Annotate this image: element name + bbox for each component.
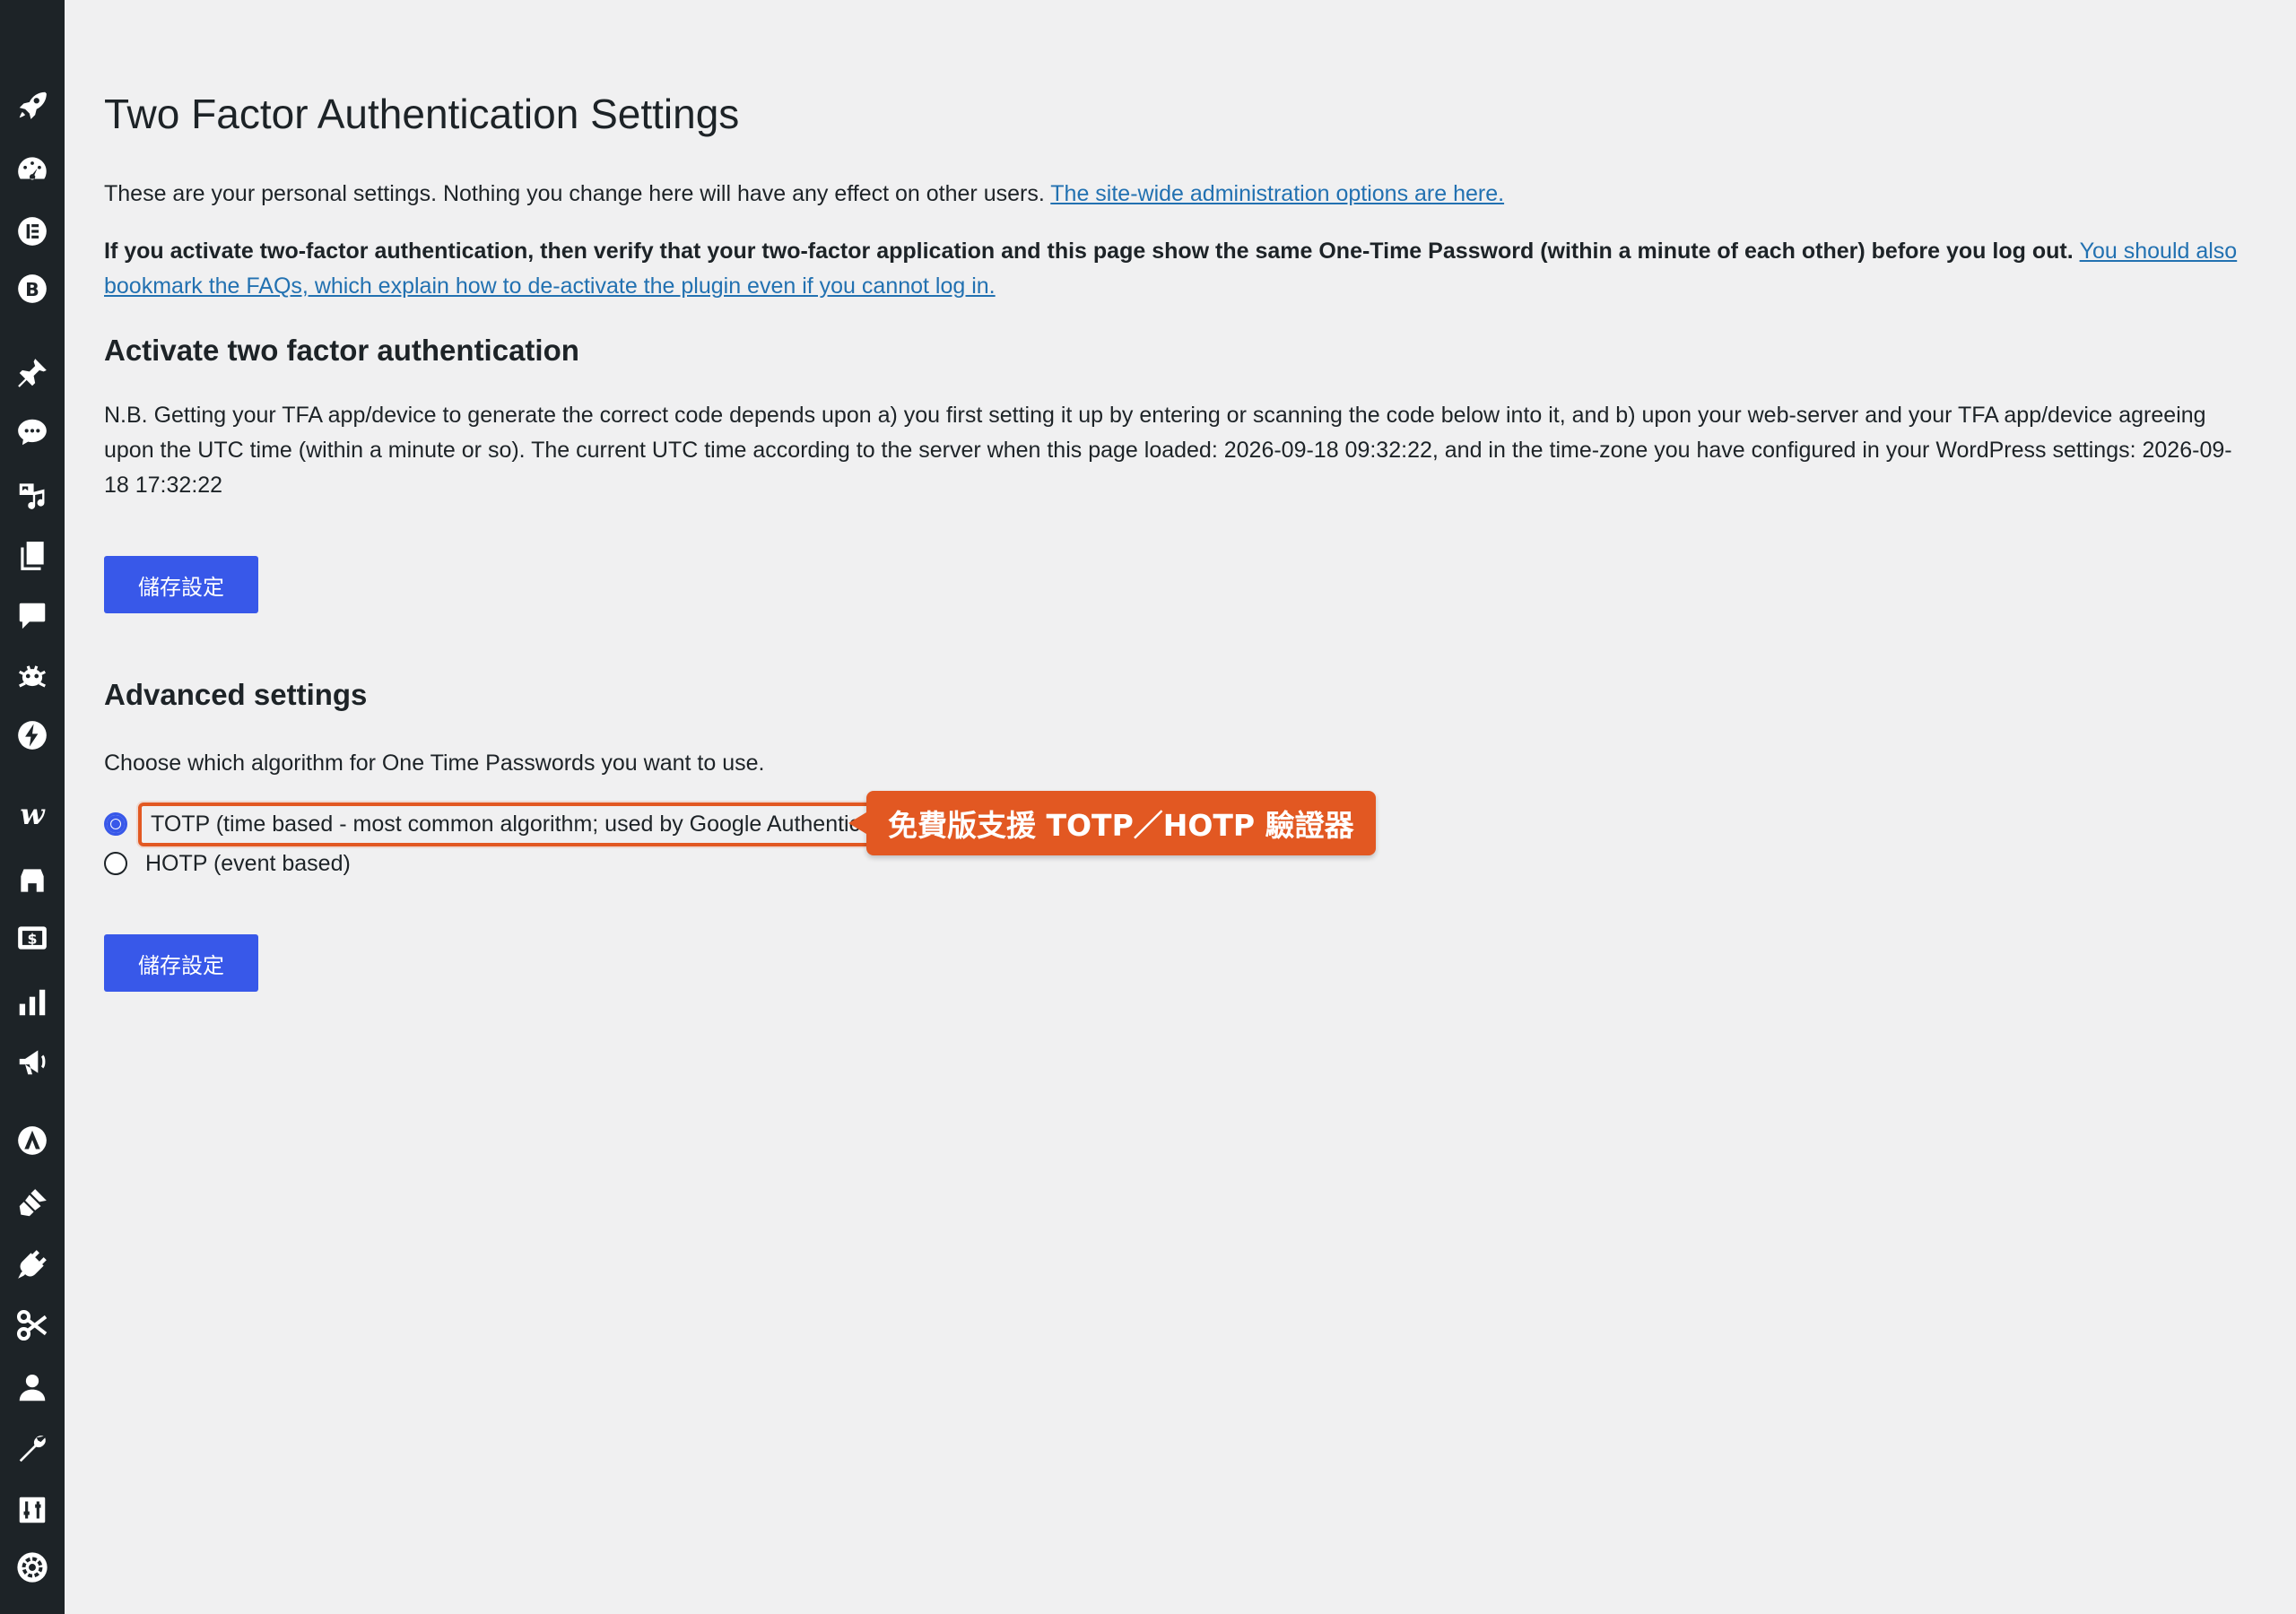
warning-bold-text: If you activate two-factor authenticatio… bbox=[104, 239, 2080, 264]
svg-text:B: B bbox=[25, 279, 39, 300]
woocommerce-icon[interactable]: w bbox=[13, 794, 52, 834]
users-icon[interactable] bbox=[13, 1368, 52, 1408]
store-icon[interactable] bbox=[13, 861, 52, 900]
save-button-top[interactable]: 儲存設定 bbox=[104, 556, 258, 613]
pages-icon[interactable] bbox=[13, 536, 52, 576]
comment-bubble-icon[interactable] bbox=[13, 412, 52, 452]
admin-sidebar: B w $ bbox=[0, 0, 65, 1614]
astra-icon[interactable] bbox=[13, 1121, 52, 1160]
svg-text:$: $ bbox=[27, 930, 37, 947]
hotp-radio[interactable] bbox=[104, 852, 127, 875]
dashboard-icon[interactable] bbox=[13, 149, 52, 188]
hotp-option[interactable]: HOTP (event based) bbox=[104, 846, 351, 881]
totp-label[interactable]: TOTP (time based - most common algorithm… bbox=[138, 802, 919, 846]
lightning-icon[interactable] bbox=[13, 716, 52, 755]
bug-icon[interactable] bbox=[13, 656, 52, 696]
intro-text: These are your personal settings. Nothin… bbox=[104, 181, 1051, 206]
settings-icon[interactable] bbox=[13, 1490, 52, 1530]
marketing-icon[interactable] bbox=[13, 1042, 52, 1081]
save-button-bottom[interactable]: 儲存設定 bbox=[104, 934, 258, 992]
site-wide-options-link[interactable]: The site-wide administration options are… bbox=[1050, 181, 1504, 206]
plugins-icon[interactable] bbox=[13, 1245, 52, 1284]
pin-icon[interactable] bbox=[13, 353, 52, 393]
totp-option[interactable]: TOTP (time based - most common algorithm… bbox=[104, 802, 919, 846]
payments-icon[interactable]: $ bbox=[13, 918, 52, 958]
svg-text:w: w bbox=[20, 798, 46, 831]
media-icon[interactable] bbox=[13, 475, 52, 515]
b-logo-icon[interactable]: B bbox=[13, 269, 52, 308]
page-title: Two Factor Authentication Settings bbox=[104, 91, 740, 137]
elementor-icon[interactable] bbox=[13, 212, 52, 251]
annotation-callout: 免費版支援 TOTP／HOTP 驗證器 bbox=[848, 791, 1376, 855]
appearance-icon[interactable] bbox=[13, 1184, 52, 1223]
rocket-icon[interactable] bbox=[13, 85, 52, 125]
analytics-icon[interactable] bbox=[13, 983, 52, 1022]
nb-paragraph: N.B. Getting your TFA app/device to gene… bbox=[104, 403, 2232, 498]
totp-radio[interactable] bbox=[104, 812, 127, 836]
comments-icon[interactable] bbox=[13, 596, 52, 636]
intro-paragraph: These are your personal settings. Nothin… bbox=[104, 177, 2248, 212]
advanced-settings-heading: Advanced settings bbox=[104, 678, 368, 711]
gear-badge-icon[interactable] bbox=[13, 1548, 52, 1587]
hotp-label[interactable]: HOTP (event based) bbox=[145, 851, 351, 877]
activate-heading: Activate two factor authentication bbox=[104, 334, 579, 367]
tools-icon[interactable] bbox=[13, 1429, 52, 1469]
algorithm-prompt: Choose which algorithm for One Time Pass… bbox=[104, 751, 765, 776]
snippets-icon[interactable] bbox=[13, 1306, 52, 1345]
warning-paragraph: If you activate two-factor authenticatio… bbox=[104, 234, 2248, 304]
